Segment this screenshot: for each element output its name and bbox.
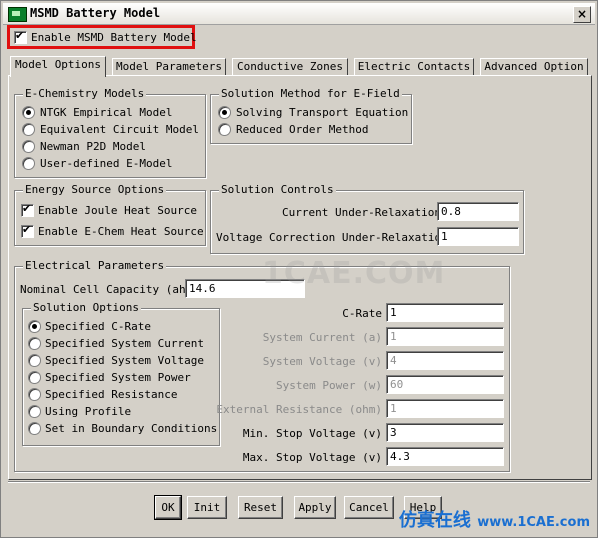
radio-voltage[interactable] <box>28 354 41 367</box>
radio-label: Using Profile <box>45 405 132 418</box>
min-stop-voltage-input[interactable]: 3 <box>386 423 504 442</box>
controls-title: Solution Controls <box>219 183 336 196</box>
joule-heat-checkbox[interactable] <box>21 202 34 217</box>
external-resistance-input[interactable]: 1 <box>386 399 504 418</box>
system-power-input[interactable]: 60 <box>386 375 504 394</box>
radio-label: Solving Transport Equation <box>236 106 409 119</box>
radio-label: Set in Boundary Conditions <box>45 422 218 435</box>
radio-label: Reduced Order Method <box>236 123 369 136</box>
solution-options-title: Solution Options <box>31 301 141 314</box>
echem-title: E-Chemistry Models <box>23 87 147 100</box>
radio-label: Newman P2D Model <box>40 140 146 153</box>
min-stop-voltage-label: Min. Stop Voltage (v) <box>242 427 382 440</box>
radio-label: Equivalent Circuit Model <box>40 123 199 136</box>
radio-label: NTGK Empirical Model <box>40 106 173 119</box>
radio-crate[interactable] <box>28 320 41 333</box>
radio-label: Specified System Power <box>45 371 191 384</box>
apply-button[interactable]: Apply <box>294 496 336 519</box>
efield-title: Solution Method for E-Field <box>219 87 402 100</box>
site-watermark: 仿真在线 www.1CAE.com <box>399 506 590 532</box>
current-relax-input[interactable]: 0.8 <box>437 202 519 221</box>
efield-group: Solution Method for E-Field <box>210 87 412 144</box>
checkbox-label: Enable Joule Heat Source <box>38 204 197 217</box>
capacity-label: Nominal Cell Capacity (ah) <box>20 283 193 296</box>
radio-label: User-defined E-Model <box>40 157 173 170</box>
separator <box>8 481 590 483</box>
tab-model-options[interactable]: Model Options <box>10 56 106 77</box>
max-stop-voltage-label: Max. Stop Voltage (v) <box>242 451 382 464</box>
tab-electric-contacts[interactable]: Electric Contacts <box>354 58 474 76</box>
close-button[interactable]: × <box>573 6 591 23</box>
current-relax-label: Current Under-Relaxation <box>282 206 441 219</box>
radio-label: Specified C-Rate <box>45 320 151 333</box>
radio-boundary[interactable] <box>28 422 41 435</box>
max-stop-voltage-input[interactable]: 4.3 <box>386 447 504 466</box>
tab-model-parameters[interactable]: Model Parameters <box>112 58 226 76</box>
system-voltage-label: System Voltage (v) <box>262 355 382 368</box>
voltage-relax-input[interactable]: 1 <box>437 227 519 246</box>
reset-button[interactable]: Reset <box>238 496 283 519</box>
tab-label: Model Parameters <box>116 60 222 73</box>
radio-current[interactable] <box>28 337 41 350</box>
radio-label: Specified System Voltage <box>45 354 204 367</box>
radio-label: Specified Resistance <box>45 388 178 401</box>
radio-ecm[interactable] <box>22 123 35 136</box>
tab-label: Model Options <box>14 58 102 71</box>
tab-label: Advanced Option <box>484 60 584 73</box>
crate-label: C-Rate <box>342 307 382 320</box>
system-power-label: System Power (w) <box>276 379 382 392</box>
window-title: MSMD Battery Model <box>30 6 161 20</box>
site-watermark-url: www.1CAE.com <box>477 515 590 530</box>
ok-button[interactable]: OK <box>154 495 182 520</box>
enable-msmd-label: Enable MSMD Battery Model <box>31 31 197 44</box>
radio-newman[interactable] <box>22 140 35 153</box>
echem-heat-checkbox[interactable] <box>21 223 34 238</box>
tab-conductive-zones[interactable]: Conductive Zones <box>232 58 348 76</box>
crate-input[interactable]: 1 <box>386 303 504 322</box>
external-resistance-label: External Resistance (ohm) <box>216 403 382 416</box>
tab-label: Electric Contacts <box>357 60 471 73</box>
tab-label: Conductive Zones <box>237 60 343 73</box>
system-current-label: System Current (a) <box>262 331 382 344</box>
radio-power[interactable] <box>28 371 41 384</box>
init-button[interactable]: Init <box>187 496 227 519</box>
radio-user-defined[interactable] <box>22 157 35 170</box>
checkbox-label: Enable E-Chem Heat Source <box>38 225 204 238</box>
watermark: 1CAE.COM <box>262 256 446 291</box>
title-bar[interactable]: MSMD Battery Model × <box>3 3 595 25</box>
system-current-input[interactable]: 1 <box>386 327 504 346</box>
energy-title: Energy Source Options <box>23 183 167 196</box>
system-voltage-input[interactable]: 4 <box>386 351 504 370</box>
tab-advanced-option[interactable]: Advanced Option <box>480 58 588 76</box>
cancel-button[interactable]: Cancel <box>344 496 394 519</box>
voltage-relax-label: Voltage Correction Under-Relaxation <box>216 231 448 244</box>
app-icon <box>8 7 27 22</box>
site-watermark-cn: 仿真在线 <box>398 510 471 531</box>
radio-label: Specified System Current <box>45 337 204 350</box>
radio-resistance[interactable] <box>28 388 41 401</box>
radio-profile[interactable] <box>28 405 41 418</box>
radio-transport[interactable] <box>218 106 231 119</box>
radio-reduced-order[interactable] <box>218 123 231 136</box>
electrical-title: Electrical Parameters <box>23 259 167 272</box>
radio-ntgk[interactable] <box>22 106 35 119</box>
enable-msmd-checkbox[interactable] <box>14 29 27 44</box>
